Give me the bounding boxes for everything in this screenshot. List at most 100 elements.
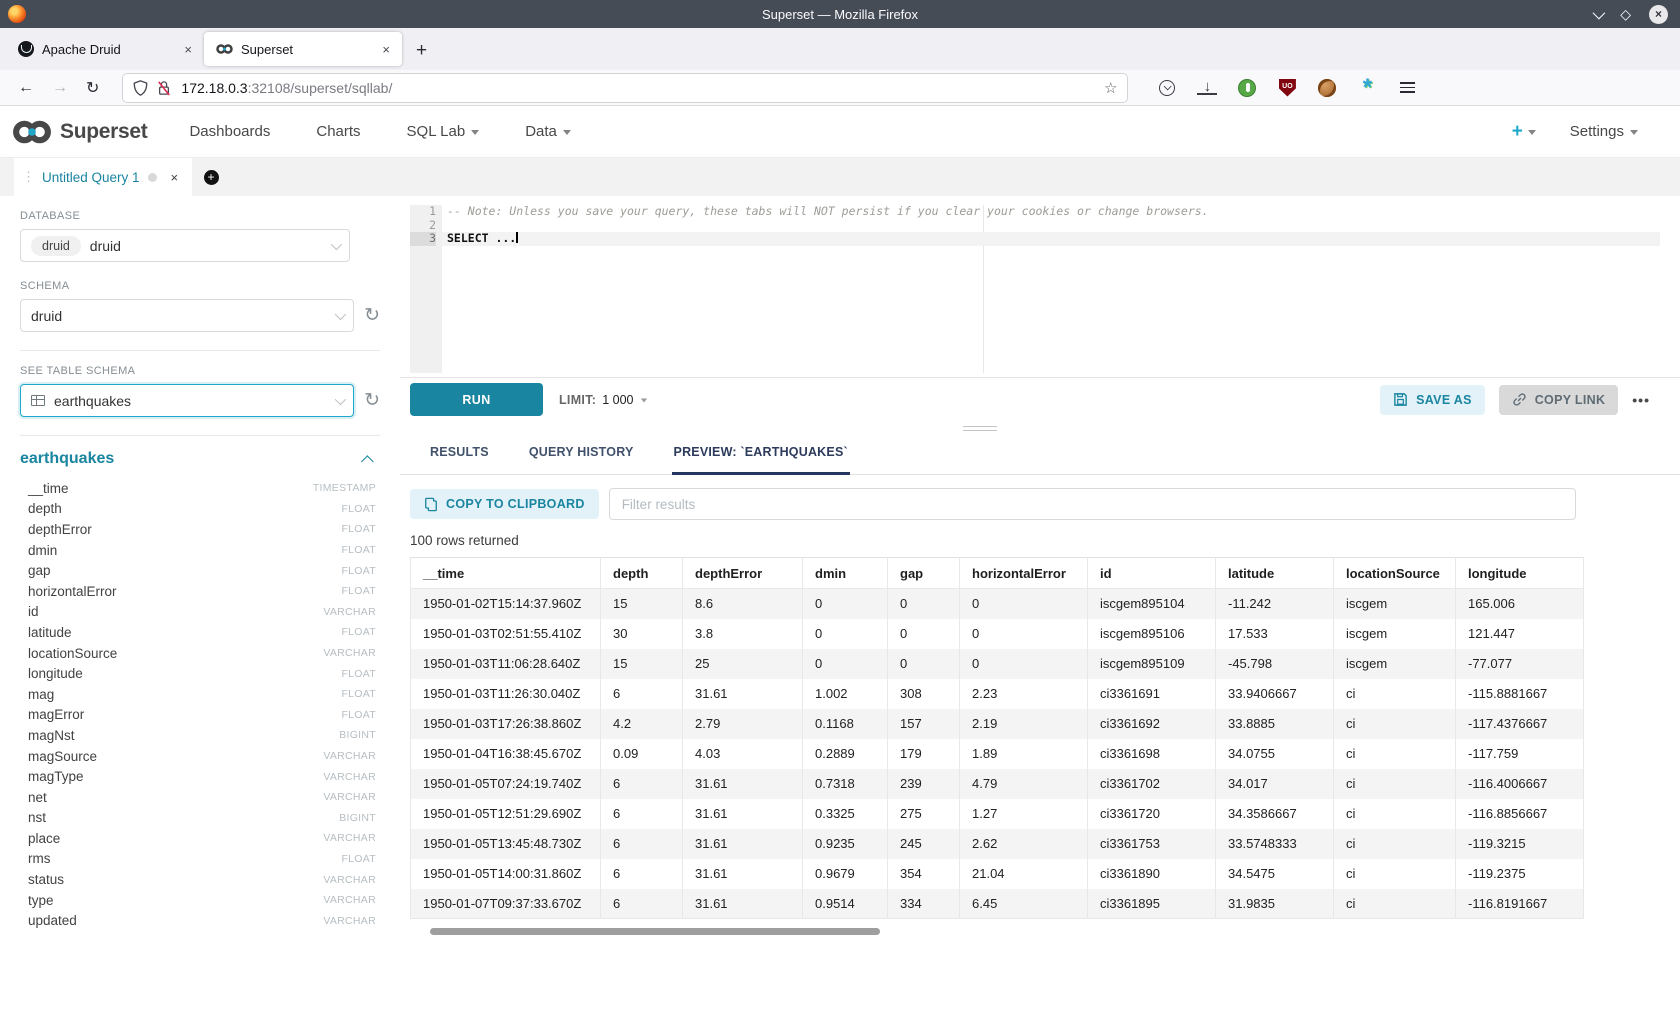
pane-resize-handle[interactable] [963,423,997,434]
superset-favicon-icon [216,43,233,55]
nav-charts[interactable]: Charts [316,123,360,140]
schema-column-row[interactable]: magNst BIGINT [20,725,380,746]
column-header-depth[interactable]: depth [601,558,683,589]
nav-sql-lab[interactable]: SQL Lab [407,123,480,140]
schema-select[interactable]: druid [20,299,354,332]
downloads-icon[interactable]: ↓ [1197,80,1217,95]
schema-column-row[interactable]: net VARCHAR [20,787,380,808]
schema-column-row[interactable]: longitude FLOAT [20,663,380,684]
schema-column-row[interactable]: depth FLOAT [20,499,380,520]
schema-column-row[interactable]: latitude FLOAT [20,622,380,643]
column-header-__time[interactable]: __time [411,558,601,589]
column-type: FLOAT [341,503,376,515]
see-table-schema-label: SEE TABLE SCHEMA [20,365,380,377]
schema-column-row[interactable]: id VARCHAR [20,602,380,623]
schema-column-row[interactable]: place VARCHAR [20,828,380,849]
minimize-icon[interactable] [1593,10,1602,19]
tab-preview-earthquakes[interactable]: PREVIEW: `EARTHQUAKES` [672,433,850,475]
schema-column-row[interactable]: magError FLOAT [20,705,380,726]
drag-handle-icon[interactable]: ⋮ [22,169,34,185]
schema-column-row[interactable]: gap FLOAT [20,560,380,581]
sql-editor[interactable]: 1 2 3 -- Note: Unless you save your quer… [410,205,1660,373]
column-header-id[interactable]: id [1088,558,1216,589]
maximize-icon[interactable]: ◇ [1620,6,1631,23]
superset-logo[interactable]: Superset [12,119,147,145]
schema-column-row[interactable]: magSource VARCHAR [20,746,380,767]
shield-icon[interactable] [133,80,148,96]
chevron-down-icon [471,130,479,135]
copy-to-clipboard-button[interactable]: COPY TO CLIPBOARD [410,489,599,519]
bookmark-star-icon[interactable]: ☆ [1104,79,1117,97]
back-icon[interactable]: ← [18,79,34,97]
close-tab-icon[interactable]: × [182,42,194,57]
schema-column-row[interactable]: horizontalError FLOAT [20,581,380,602]
schema-column-row[interactable]: nst BIGINT [20,808,380,829]
schema-column-row[interactable]: type VARCHAR [20,890,380,911]
ublock-icon[interactable]: UO [1277,78,1297,98]
column-name: status [28,872,64,887]
forward-icon[interactable]: → [52,79,68,97]
schema-column-row[interactable]: updated VARCHAR [20,910,380,931]
refresh-schema-icon[interactable]: ↻ [364,306,380,325]
rows-returned-status: 100 rows returned [410,533,1680,548]
column-name: dmin [28,543,57,558]
schema-column-row[interactable]: status VARCHAR [20,869,380,890]
extension-spark-icon[interactable]: * [1357,78,1377,98]
scrollbar-thumb[interactable] [430,928,880,935]
column-type: VARCHAR [323,832,376,844]
refresh-table-icon[interactable]: ↻ [364,391,380,410]
filter-results-input[interactable] [609,488,1576,520]
url-bar[interactable]: 172.18.0.3:32108/superset/sqllab/ ☆ [123,74,1127,102]
pocket-icon[interactable] [1157,78,1177,98]
column-header-locationSource[interactable]: locationSource [1334,558,1456,589]
database-label: DATABASE [20,210,380,222]
schema-column-row[interactable]: __time TIMESTAMP [20,478,380,499]
schema-column-row[interactable]: locationSource VARCHAR [20,643,380,664]
table-select[interactable]: earthquakes [20,384,354,417]
table-row: 1950-01-07T09:37:33.670Z631.610.95143346… [411,889,1584,919]
copy-link-button[interactable]: COPY LINK [1499,385,1619,415]
schema-column-row[interactable]: dmin FLOAT [20,540,380,561]
schema-column-row[interactable]: magType VARCHAR [20,766,380,787]
more-options-icon[interactable]: ••• [1632,392,1650,408]
browser-tab-superset[interactable]: Superset × [204,32,402,66]
save-as-button[interactable]: SAVE AS [1380,385,1485,415]
results-pane: RESULTS QUERY HISTORY PREVIEW: `EARTHQUA… [400,421,1680,922]
insecure-lock-icon[interactable] [157,80,171,96]
column-type: FLOAT [341,668,376,680]
tab-results[interactable]: RESULTS [428,433,491,475]
close-tab-icon[interactable]: × [380,42,392,57]
table-row: 1950-01-03T02:51:55.410Z303.8000iscgem89… [411,619,1584,649]
add-query-tab-button[interactable]: + [192,158,230,196]
column-header-longitude[interactable]: longitude [1456,558,1584,589]
close-window-icon[interactable]: × [1649,5,1668,24]
add-new-button[interactable]: + [1512,121,1536,143]
cookie-extension-icon[interactable] [1317,78,1337,98]
schema-column-row[interactable]: rms FLOAT [20,849,380,870]
column-header-horizontalError[interactable]: horizontalError [960,558,1088,589]
run-button[interactable]: RUN [410,383,543,416]
limit-dropdown[interactable]: LIMIT: 1 000 [559,393,648,407]
column-header-latitude[interactable]: latitude [1216,558,1334,589]
settings-menu[interactable]: Settings [1570,123,1638,140]
schema-column-row[interactable]: depthError FLOAT [20,519,380,540]
column-header-dmin[interactable]: dmin [803,558,888,589]
table-row: 1950-01-05T12:51:29.690Z631.610.33252751… [411,799,1584,829]
plus-circle-icon: + [204,170,219,185]
reload-icon[interactable]: ↻ [86,78,99,98]
column-header-gap[interactable]: gap [888,558,960,589]
browser-tab-apache-druid[interactable]: Apache Druid × [6,32,204,66]
table-row: 1950-01-02T15:14:37.960Z158.6000iscgem89… [411,589,1584,619]
new-tab-button[interactable]: + [416,40,427,62]
collapse-chevron-up-icon[interactable] [361,455,374,468]
column-header-depthError[interactable]: depthError [683,558,803,589]
nav-data[interactable]: Data [525,123,571,140]
schema-column-row[interactable]: mag FLOAT [20,684,380,705]
tab-query-history[interactable]: QUERY HISTORY [527,433,636,475]
nav-dashboards[interactable]: Dashboards [189,123,270,140]
privacy-badger-icon[interactable] [1237,78,1257,98]
close-query-tab-icon[interactable]: × [171,170,179,185]
database-select[interactable]: druid druid [20,229,350,262]
query-tab-untitled-1[interactable]: ⋮ Untitled Query 1 × [14,158,192,196]
menu-hamburger-icon[interactable] [1397,78,1417,98]
